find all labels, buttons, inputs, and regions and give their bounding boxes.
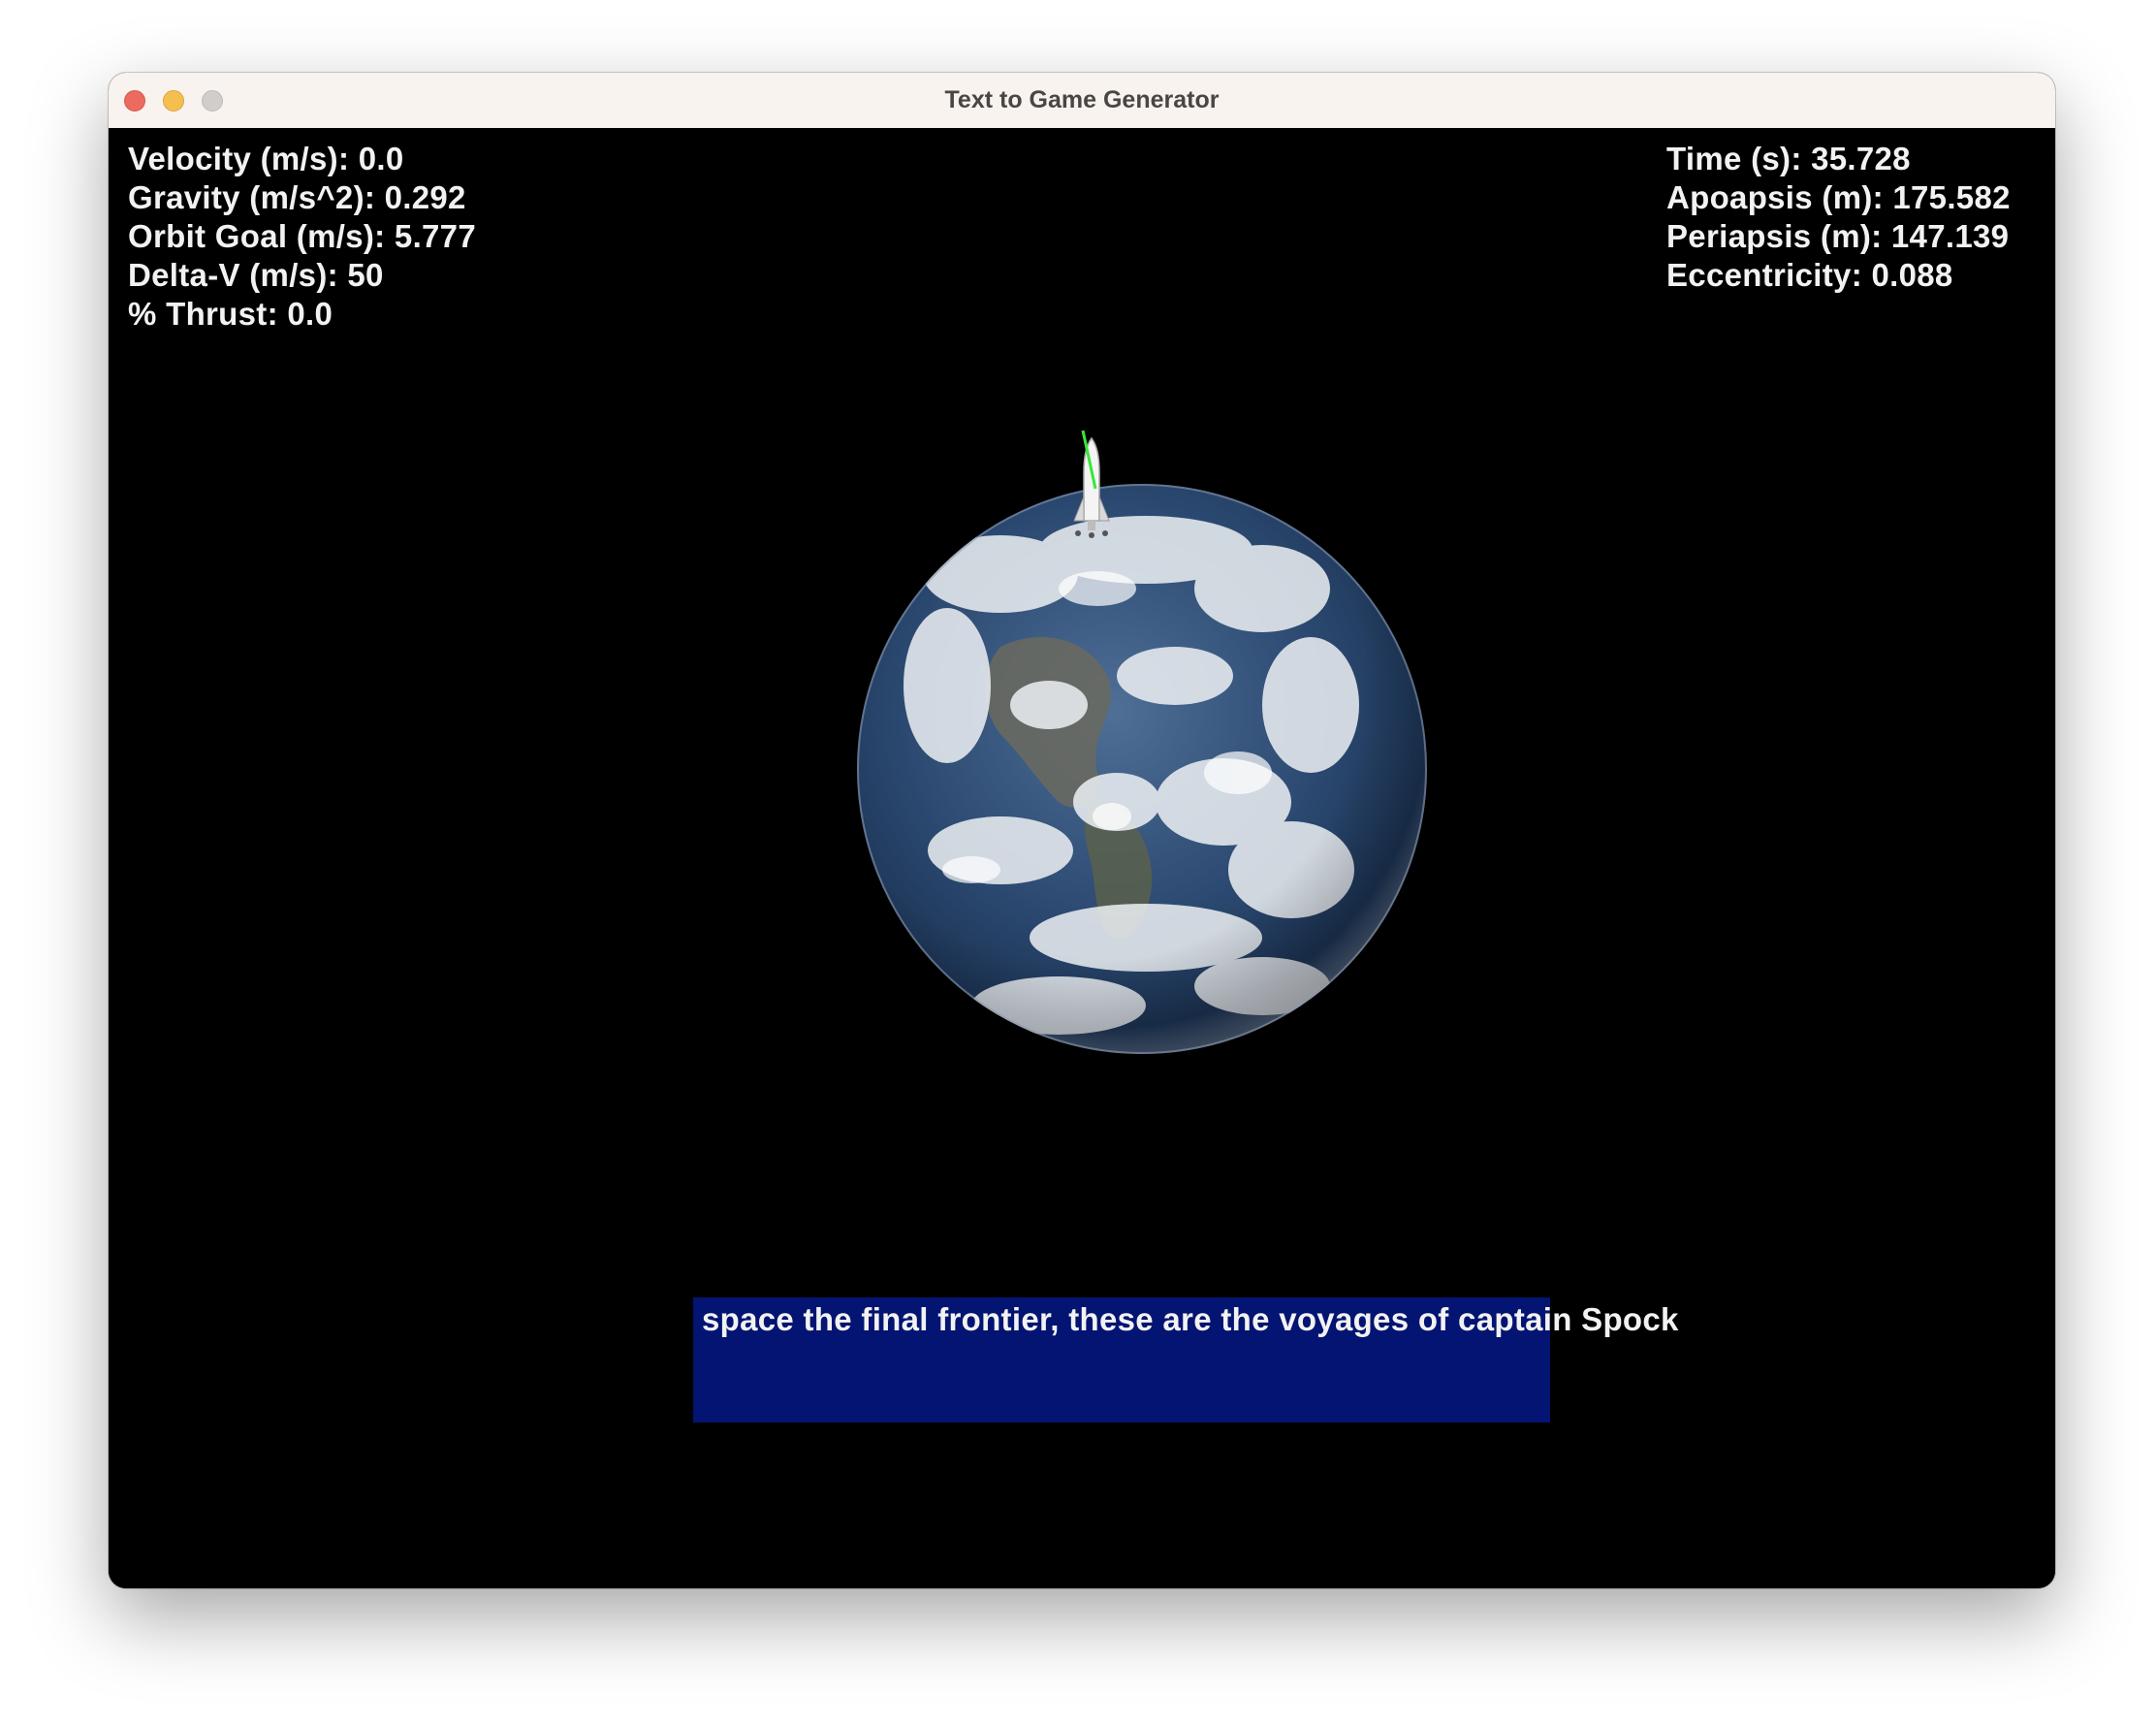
earth-icon <box>857 484 1427 1054</box>
velocity-readout: Velocity (m/s): 0.0 <box>128 141 404 176</box>
thrust-readout: % Thrust: 0.0 <box>128 296 333 332</box>
time-readout: Time (s): 35.728 <box>1666 141 1911 176</box>
orbit-goal-readout: Orbit Goal (m/s): 5.777 <box>128 218 476 254</box>
eccentricity-readout: Eccentricity: 0.088 <box>1666 257 1953 293</box>
delta-v-readout: Delta-V (m/s): 50 <box>128 257 384 293</box>
window-title: Text to Game Generator <box>944 86 1220 113</box>
gravity-readout: Gravity (m/s^2): 0.292 <box>128 179 466 215</box>
periapsis-readout: Periapsis (m): 147.139 <box>1666 218 2010 254</box>
hud-stats-left: Velocity (m/s): 0.0 Gravity (m/s^2): 0.2… <box>128 140 476 334</box>
app-window: Text to Game Generator Velocity (m/s): 0… <box>109 73 2055 1588</box>
apoapsis-readout: Apoapsis (m): 175.582 <box>1666 179 2011 215</box>
rocket-icon <box>1073 430 1110 538</box>
dialog-text: space the final frontier, these are the … <box>702 1301 1679 1337</box>
game-canvas[interactable]: Velocity (m/s): 0.0 Gravity (m/s^2): 0.2… <box>109 128 2055 1588</box>
hud-stats-right: Time (s): 35.728 Apoapsis (m): 175.582 P… <box>1666 140 2011 295</box>
title-bar[interactable]: Text to Game Generator <box>109 73 2055 129</box>
